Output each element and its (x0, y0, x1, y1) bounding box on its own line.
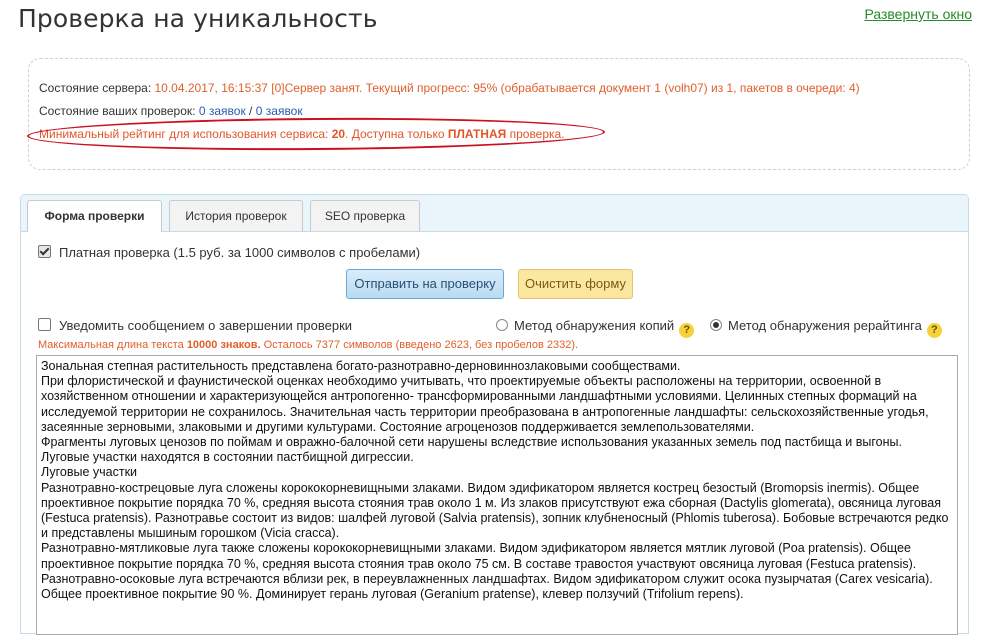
tab-bar: Форма проверки История проверок SEO пров… (21, 195, 968, 232)
max-length-notice: Максимальная длина текста 10000 знаков. … (38, 339, 578, 351)
tab-seo-check[interactable]: SEO проверка (310, 200, 420, 231)
text-line: При флористической и фаунистической оцен… (41, 374, 933, 434)
submit-button[interactable]: Отправить на проверку (346, 269, 504, 299)
checks-link-1[interactable]: заявок (209, 104, 246, 118)
tab-check-form[interactable]: Форма проверки (27, 200, 162, 232)
paid-checkbox[interactable] (38, 245, 51, 258)
expand-window-link[interactable]: Развернуть окно (864, 6, 972, 22)
method-copies-option[interactable]: Метод обнаружения копий? (496, 318, 695, 338)
checks-separator: / (249, 104, 253, 118)
checks-count-1: 0 (198, 104, 206, 118)
notify-option[interactable]: Уведомить сообщением о завершении провер… (38, 318, 352, 333)
text-line: Фрагменты луговых ценозов по поймам и ов… (41, 435, 906, 465)
clear-form-button[interactable]: Очистить форму (518, 269, 633, 299)
method-copies-label: Метод обнаружения копий (514, 318, 675, 333)
help-icon[interactable]: ? (679, 323, 695, 338)
status-panel: Состояние сервера: 10.04.2017, 16:15:37 … (26, 58, 970, 170)
method-rewrite-option[interactable]: Метод обнаружения рерайтинга? (710, 318, 942, 338)
server-status-value: 10.04.2017, 16:15:37 [0]Сервер занят. Те… (154, 81, 860, 95)
highlight-ellipse (26, 115, 606, 153)
checks-status-label: Состояние ваших проверок: (39, 104, 196, 118)
method-rewrite-radio[interactable] (710, 319, 722, 331)
text-line: Разнотравно-кострецовые луга сложены кор… (41, 480, 952, 541)
help-icon[interactable]: ? (926, 323, 942, 338)
paid-check-label: Платная проверка (1.5 руб. за 1000 симво… (59, 245, 421, 260)
maxlen-value: 10000 знаков. (186, 339, 261, 351)
notify-label: Уведомить сообщением о завершении провер… (59, 318, 353, 333)
maxlen-suffix: Осталось 7377 символов (введено 2623, бе… (263, 339, 579, 351)
paid-check-option[interactable]: Платная проверка (1.5 руб. за 1000 симво… (38, 245, 420, 260)
text-line: Разнотравно-осоковые луга встречаются вб… (41, 571, 937, 602)
checks-status: Состояние ваших проверок: 0 заявок / 0 з… (39, 104, 303, 118)
notify-checkbox[interactable] (38, 318, 51, 331)
checks-count-2: 0 (255, 104, 263, 118)
text-line: Зональная степная растительность предста… (41, 359, 681, 373)
text-line: Разнотравно-мятликовые луга также сложен… (41, 541, 917, 571)
maxlen-prefix: Максимальная длина текста (38, 339, 184, 351)
method-copies-radio[interactable] (496, 319, 508, 331)
server-status: Состояние сервера: 10.04.2017, 16:15:37 … (39, 81, 860, 95)
server-status-label: Состояние сервера: (39, 81, 152, 95)
method-rewrite-label: Метод обнаружения рерайтинга (728, 318, 922, 333)
text-line: Луговые участки (41, 465, 138, 480)
checks-link-2[interactable]: заявок (266, 104, 303, 118)
page-title: Проверка на уникальность (18, 4, 378, 33)
tab-check-history[interactable]: История проверок (169, 200, 303, 231)
text-input[interactable]: Зональная степная растительность предста… (36, 355, 958, 635)
